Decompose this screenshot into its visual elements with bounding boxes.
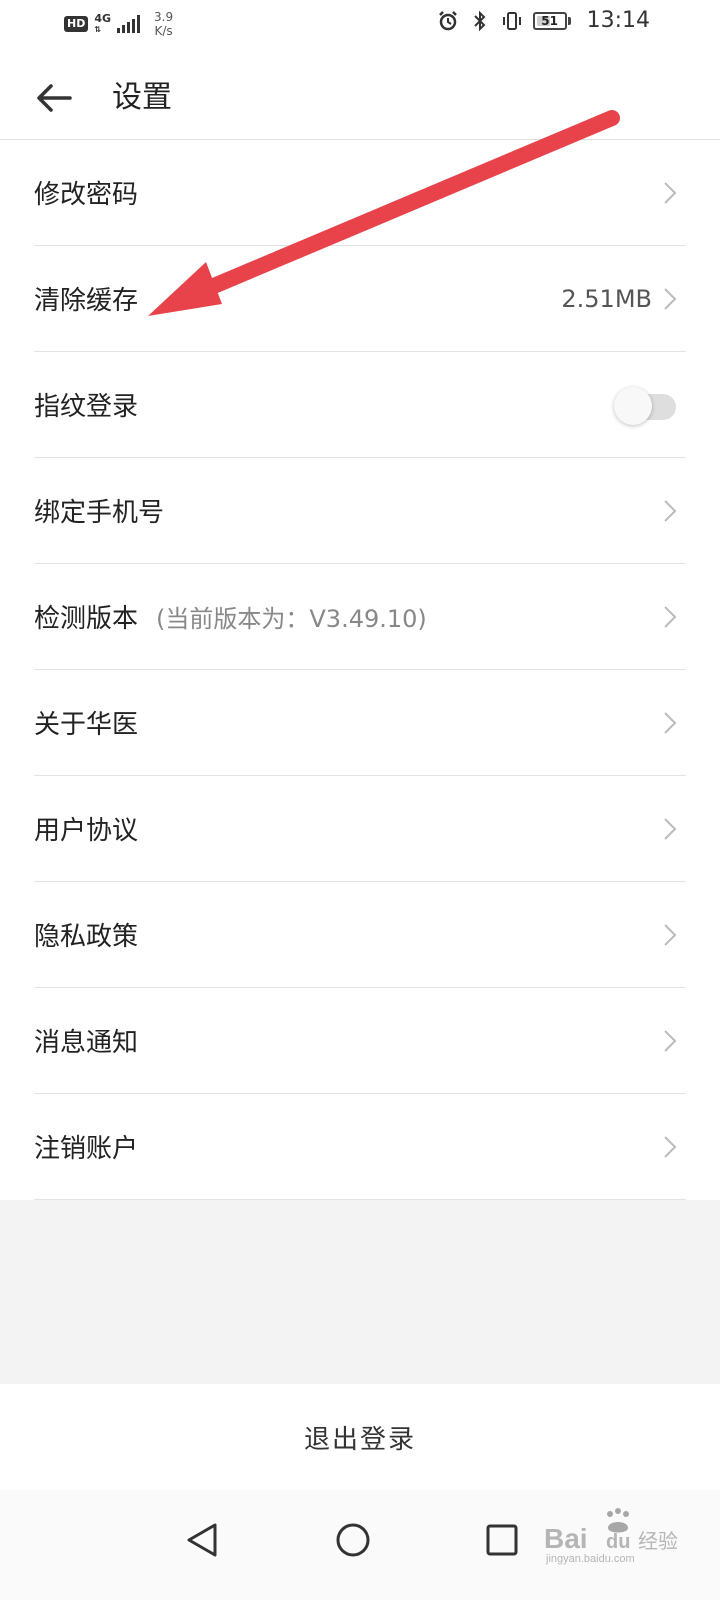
empty-area [0,1200,720,1384]
signal-icon [117,15,141,33]
settings-item-label: 修改密码 [34,180,139,210]
chevron-right-icon [662,286,678,312]
status-right: 51 13:14 [437,8,650,33]
chevron-right-icon [662,922,678,948]
watermark-brand: Bai [544,1523,588,1554]
settings-item-label: 检测版本 [34,604,139,634]
network-type: 4G ⇅ [94,12,112,34]
settings-item-privacy-policy[interactable]: 隐私政策 [34,882,686,988]
settings-item-notifications[interactable]: 消息通知 [34,988,686,1094]
chevron-right-icon [662,498,678,524]
triangle-back-icon [187,1523,217,1557]
square-recents-icon [486,1524,518,1556]
watermark-cn: 经验 [638,1529,678,1553]
settings-item-label: 注销账户 [34,1134,139,1164]
page-title: 设置 [112,80,172,115]
status-bar: HD 4G ⇅ 3.9 K/s 51 13:14 [0,0,720,50]
settings-item-label: 消息通知 [34,1028,139,1058]
chevron-right-icon [662,604,678,630]
status-time: 13:14 [586,8,650,33]
chevron-right-icon [662,1134,678,1160]
nav-home-button[interactable] [323,1510,383,1570]
system-nav-bar: Bai du 经验 jingyan.baidu.com [0,1490,720,1600]
toggle-knob [614,386,652,425]
settings-list: 修改密码 清除缓存 2.51MB 指纹登录 绑定手机号 检测版本 (当前版本为：… [0,140,720,1200]
bluetooth-icon [469,10,491,32]
app-header: 设置 [0,56,720,140]
settings-item-fingerprint-login: 指纹登录 [34,352,686,458]
settings-item-label: 隐私政策 [34,922,139,952]
settings-item-check-version[interactable]: 检测版本 (当前版本为：V3.49.10) [34,564,686,670]
settings-item-delete-account[interactable]: 注销账户 [34,1094,686,1200]
cache-size: 2.51MB [561,284,652,313]
logout-button[interactable]: 退出登录 [0,1384,720,1490]
fingerprint-toggle[interactable] [612,385,678,425]
settings-item-label: 用户协议 [34,816,139,846]
watermark-brand-paw: du [606,1531,630,1553]
settings-item-change-password[interactable]: 修改密码 [34,140,686,246]
arrow-left-icon [37,84,72,112]
watermark-url: jingyan.baidu.com [545,1553,635,1565]
circle-home-icon [336,1523,370,1557]
data-arrows-icon: ⇅ [94,25,102,34]
network-speed: 3.9 K/s [154,10,174,38]
vibrate-icon [501,10,523,32]
status-left: HD 4G ⇅ 3.9 K/s [64,10,173,38]
hd-badge: HD [64,16,89,32]
chevron-right-icon [662,1028,678,1054]
chevron-right-icon [662,180,678,206]
settings-item-label: 绑定手机号 [34,498,165,528]
settings-item-about[interactable]: 关于华医 [34,670,686,776]
nav-back-button[interactable] [172,1510,232,1570]
battery-percent: 51 [541,13,558,28]
battery-icon: 51 [532,11,571,30]
settings-item-user-agreement[interactable]: 用户协议 [34,776,686,882]
baidu-jingyan-watermark: Bai du 经验 jingyan.baidu.com [544,1506,684,1566]
settings-item-label: 关于华医 [34,710,139,740]
chevron-right-icon [662,710,678,736]
settings-item-label: 清除缓存 [34,286,139,316]
chevron-right-icon [662,816,678,842]
settings-item-label: 指纹登录 [34,392,139,422]
settings-item-clear-cache[interactable]: 清除缓存 2.51MB [34,246,686,352]
back-button[interactable] [30,74,78,122]
current-version: (当前版本为：V3.49.10) [156,605,427,633]
nav-recents-button[interactable] [472,1510,532,1570]
settings-item-bind-phone[interactable]: 绑定手机号 [34,458,686,564]
alarm-icon [437,10,459,32]
